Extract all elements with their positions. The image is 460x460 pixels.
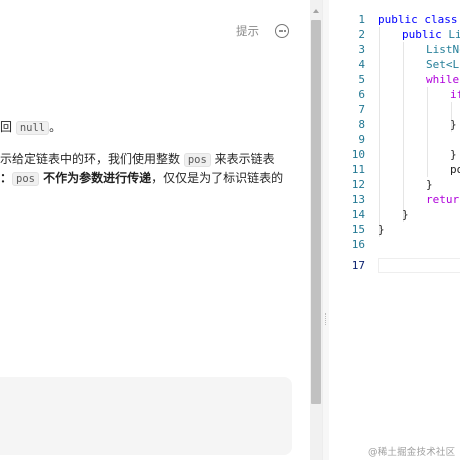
line-number: 9 [358, 133, 365, 146]
line-number: 7 [358, 103, 365, 116]
line-number: 10 [351, 148, 365, 161]
description-text-line: 意：pos 不作为参数进行传递，仅仅是为了标识链表的 [0, 171, 284, 186]
watermark: @稀土掘金技术社区 [368, 447, 456, 458]
line-number: 16 [351, 238, 365, 251]
code-line: return [426, 193, 460, 206]
drag-handle-icon[interactable] [325, 313, 326, 325]
line-number: 1 [358, 13, 365, 26]
more-options-icon[interactable] [275, 24, 289, 38]
description-text-line: 表示给定链表中的环，我们使用整数 pos 来表示链表 [0, 152, 275, 167]
code-line: public Lis [402, 28, 460, 41]
line-number: 2 [358, 28, 365, 41]
code-line: if [450, 88, 460, 101]
code-line: while [426, 73, 460, 86]
problem-description-panel: 提示 返回 null。 表示给定链表中的环，我们使用整数 pos 来表示链表 意… [0, 0, 310, 460]
inline-code: null [15, 121, 50, 135]
code-line: po [450, 163, 460, 176]
inline-code: pos [183, 153, 211, 167]
indent-guide [403, 42, 404, 222]
line-number: 14 [351, 208, 365, 221]
line-number: 15 [351, 223, 365, 236]
code-line: } [426, 178, 433, 191]
description-toolbar [0, 8, 310, 56]
indent-guide [427, 87, 428, 177]
hint-button[interactable]: 提示 [236, 24, 259, 38]
code-line: } [450, 148, 457, 161]
code-line: public class S [378, 13, 458, 26]
line-number: 8 [358, 118, 365, 131]
code-line: Set<Li [426, 58, 460, 71]
inline-code: pos [12, 172, 39, 186]
line-number: 4 [358, 58, 365, 71]
line-number: 12 [351, 178, 365, 191]
current-line-highlight[interactable] [378, 258, 460, 273]
code-line: ListNo [426, 43, 460, 56]
code-line: } [378, 223, 385, 236]
line-number: 6 [358, 88, 365, 101]
line-number: 13 [351, 193, 365, 206]
line-number: 5 [358, 73, 365, 86]
description-text-line: 返回 null。 [0, 120, 62, 135]
indent-guide [379, 27, 380, 237]
code-editor[interactable]: 1 2 3 4 5 6 7 8 9 10 11 12 13 14 15 16 1… [329, 0, 460, 460]
panel-splitter[interactable] [322, 0, 329, 460]
line-number-active: 17 [351, 259, 365, 272]
line-number: 11 [351, 163, 365, 176]
scroll-up-arrow-icon[interactable] [313, 9, 319, 13]
line-number: 3 [358, 43, 365, 56]
code-line: } [450, 118, 457, 131]
code-line: } [402, 208, 409, 221]
example-block [0, 377, 292, 455]
description-scrollbar-thumb[interactable] [311, 20, 321, 404]
